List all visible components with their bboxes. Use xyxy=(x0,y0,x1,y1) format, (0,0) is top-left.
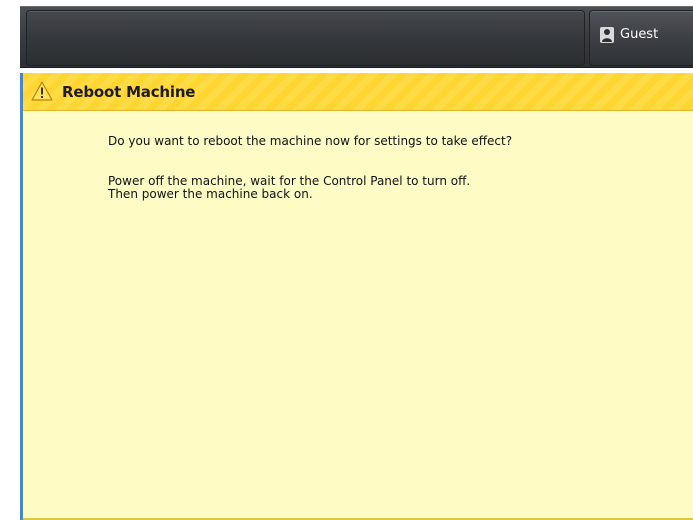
user-label: Guest xyxy=(620,27,659,42)
dialog-title: Reboot Machine xyxy=(62,83,196,101)
reboot-question: Do you want to reboot the machine now fo… xyxy=(108,134,513,148)
warning-icon xyxy=(31,81,53,101)
instruction-line: Then power the machine back on. xyxy=(108,187,313,201)
dialog-message: Do you want to reboot the machine now fo… xyxy=(108,135,668,201)
control-panel-screen: Guest Reboot Machine Do you want to rebo… xyxy=(20,6,693,520)
user-button[interactable]: Guest xyxy=(589,10,693,66)
reboot-dialog: Reboot Machine Do you want to reboot the… xyxy=(20,73,693,520)
user-icon xyxy=(600,27,614,43)
top-bar: Guest xyxy=(20,6,693,68)
status-area xyxy=(26,10,585,66)
dialog-header: Reboot Machine xyxy=(23,73,693,111)
